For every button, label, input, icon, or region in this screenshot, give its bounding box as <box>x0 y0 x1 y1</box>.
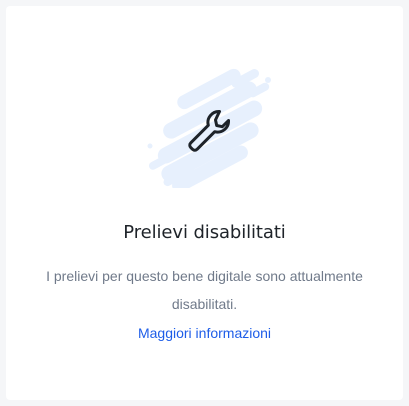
wrench-icon <box>188 110 230 152</box>
card-title: Prelievi disabilitati <box>123 222 286 243</box>
withdrawals-disabled-card: Prelievi disabilitati I prelievi per que… <box>6 6 403 400</box>
more-info-link[interactable]: Maggiori informazioni <box>6 325 403 341</box>
wrench-illustration <box>144 68 278 188</box>
card-description: I prelievi per questo bene digitale sono… <box>46 268 363 312</box>
